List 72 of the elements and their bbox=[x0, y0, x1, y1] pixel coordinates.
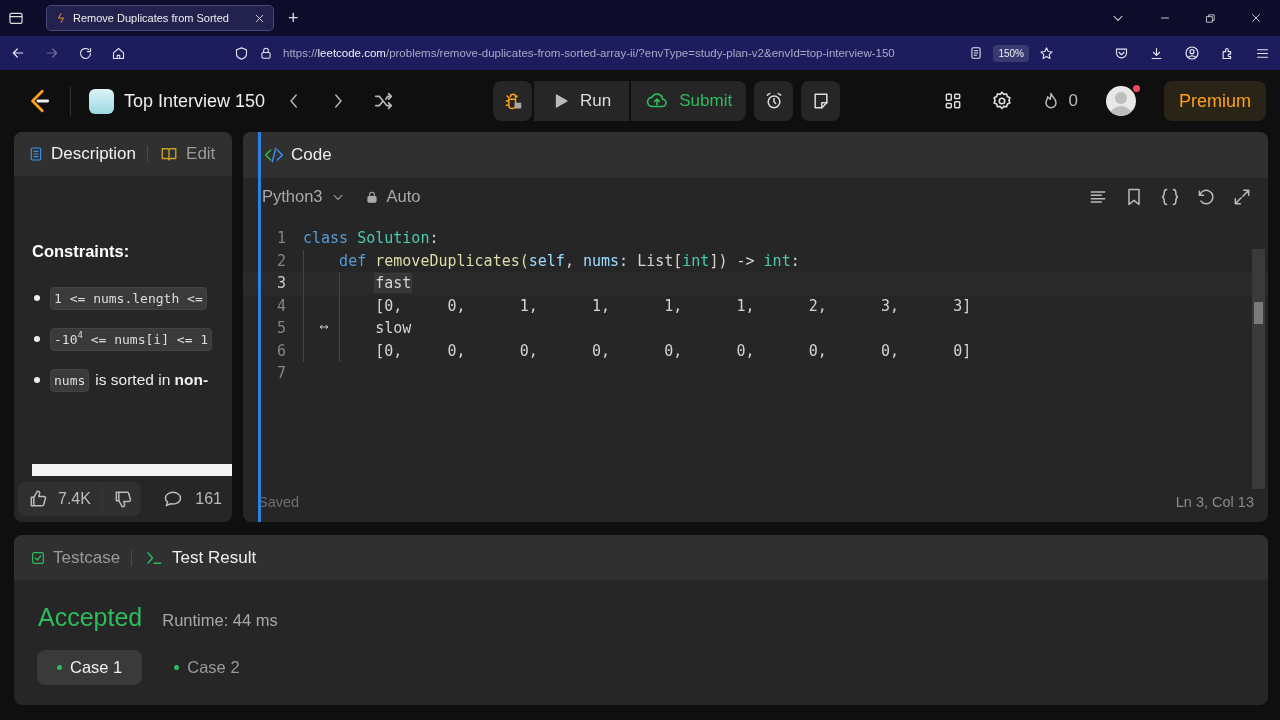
notes-button[interactable] bbox=[801, 81, 841, 121]
pocket-icon[interactable] bbox=[1114, 45, 1129, 61]
code-line: def removeDuplicates(self, nums: List[int]) -> int: bbox=[303, 249, 800, 272]
verdict: Accepted bbox=[38, 603, 143, 632]
checkbox-icon bbox=[30, 549, 46, 566]
constraint-text: is sorted in non- bbox=[95, 371, 209, 389]
cursor-position: Ln 3, Col 13 bbox=[1175, 494, 1254, 510]
shield-icon bbox=[234, 45, 249, 61]
panel-title: Code bbox=[291, 145, 332, 165]
avatar[interactable] bbox=[1106, 86, 1136, 116]
line-number: 4 bbox=[275, 295, 286, 317]
restore-icon[interactable] bbox=[1205, 12, 1216, 24]
study-plan-title[interactable]: Top Interview 150 bbox=[124, 90, 266, 112]
close-icon[interactable] bbox=[254, 12, 265, 24]
bullet-icon bbox=[34, 295, 40, 301]
thumbs-up-icon bbox=[28, 489, 48, 509]
favicon-icon bbox=[55, 12, 67, 24]
bullet-icon bbox=[34, 377, 40, 383]
line-number: 3 bbox=[275, 273, 286, 294]
inline-code: nums bbox=[50, 368, 90, 392]
reader-view-icon[interactable] bbox=[969, 46, 984, 60]
premium-button[interactable]: Premium bbox=[1164, 81, 1266, 121]
code-line: fast bbox=[303, 272, 412, 295]
case-tab[interactable]: Case 1 bbox=[37, 650, 143, 685]
line-number: 1 bbox=[275, 228, 286, 249]
code-line: class Solution: bbox=[303, 228, 439, 249]
code-icon bbox=[263, 145, 285, 165]
settings-icon[interactable] bbox=[990, 90, 1013, 112]
zoom-level[interactable]: 150% bbox=[993, 44, 1029, 62]
document-icon bbox=[28, 145, 44, 163]
bullet-icon bbox=[34, 336, 40, 342]
line-number: 2 bbox=[275, 250, 286, 272]
back-icon[interactable] bbox=[10, 45, 26, 61]
debug-button[interactable] bbox=[493, 81, 533, 121]
streak-count: 0 bbox=[1068, 91, 1078, 111]
section-heading: Constraints: bbox=[32, 242, 131, 261]
comment-icon bbox=[163, 489, 184, 509]
code-line: slow bbox=[303, 317, 412, 340]
lock-icon bbox=[364, 189, 379, 204]
runtime: Runtime: 44 ms bbox=[162, 611, 278, 630]
inline-code: -10$^{4}$ <= nums[i] <= 1 bbox=[50, 327, 213, 351]
case-tab[interactable]: Case 2 bbox=[154, 650, 260, 685]
mode-label: Auto bbox=[386, 187, 421, 206]
inline-code: 1 <= nums.length <= bbox=[50, 286, 207, 310]
panel-tab[interactable]: Edit bbox=[159, 144, 216, 164]
line-number: 6 bbox=[275, 340, 286, 362]
code-line: [0, 0, 1, 1, 1, 1, 2, 3, 3] bbox=[303, 294, 972, 317]
panel-tab[interactable]: Description bbox=[28, 144, 137, 164]
scrollbar[interactable] bbox=[1252, 249, 1265, 489]
study-plan-icon bbox=[89, 88, 114, 114]
download-icon[interactable] bbox=[1149, 45, 1164, 61]
panel-tab[interactable]: Testcase bbox=[30, 547, 121, 568]
line-number: 7 bbox=[275, 363, 286, 384]
url-field[interactable]: https://leetcode.com/problems/remove-duplicates-from-sorted-array-ii/?envType=study-plan-v2&envId=top-interview-150 bbox=[283, 47, 960, 59]
line-number: 5 bbox=[275, 318, 286, 339]
braces-icon[interactable] bbox=[1160, 186, 1180, 207]
lock-icon bbox=[259, 46, 273, 60]
panel-tab[interactable]: Test Result bbox=[143, 547, 257, 568]
star-icon[interactable] bbox=[1039, 45, 1054, 61]
code-line: [0, 0, 0, 0, 0, 0, 0, 0, 0] bbox=[303, 339, 972, 362]
language-dropdown[interactable]: Python3 bbox=[262, 187, 345, 206]
new-tab-button[interactable]: + bbox=[282, 7, 305, 29]
comments-button[interactable]: 161 bbox=[157, 488, 228, 510]
home-icon[interactable] bbox=[111, 45, 126, 61]
run-button[interactable]: Run bbox=[534, 81, 630, 121]
tab-list-icon[interactable] bbox=[8, 10, 24, 26]
close-icon[interactable] bbox=[1250, 12, 1262, 24]
account-icon[interactable] bbox=[1184, 45, 1200, 61]
submit-button[interactable]: Submit bbox=[631, 81, 747, 121]
timer-button[interactable] bbox=[754, 81, 794, 121]
reload-icon[interactable] bbox=[78, 45, 93, 61]
browser-tab[interactable]: Remove Duplicates from Sorted bbox=[46, 5, 274, 31]
